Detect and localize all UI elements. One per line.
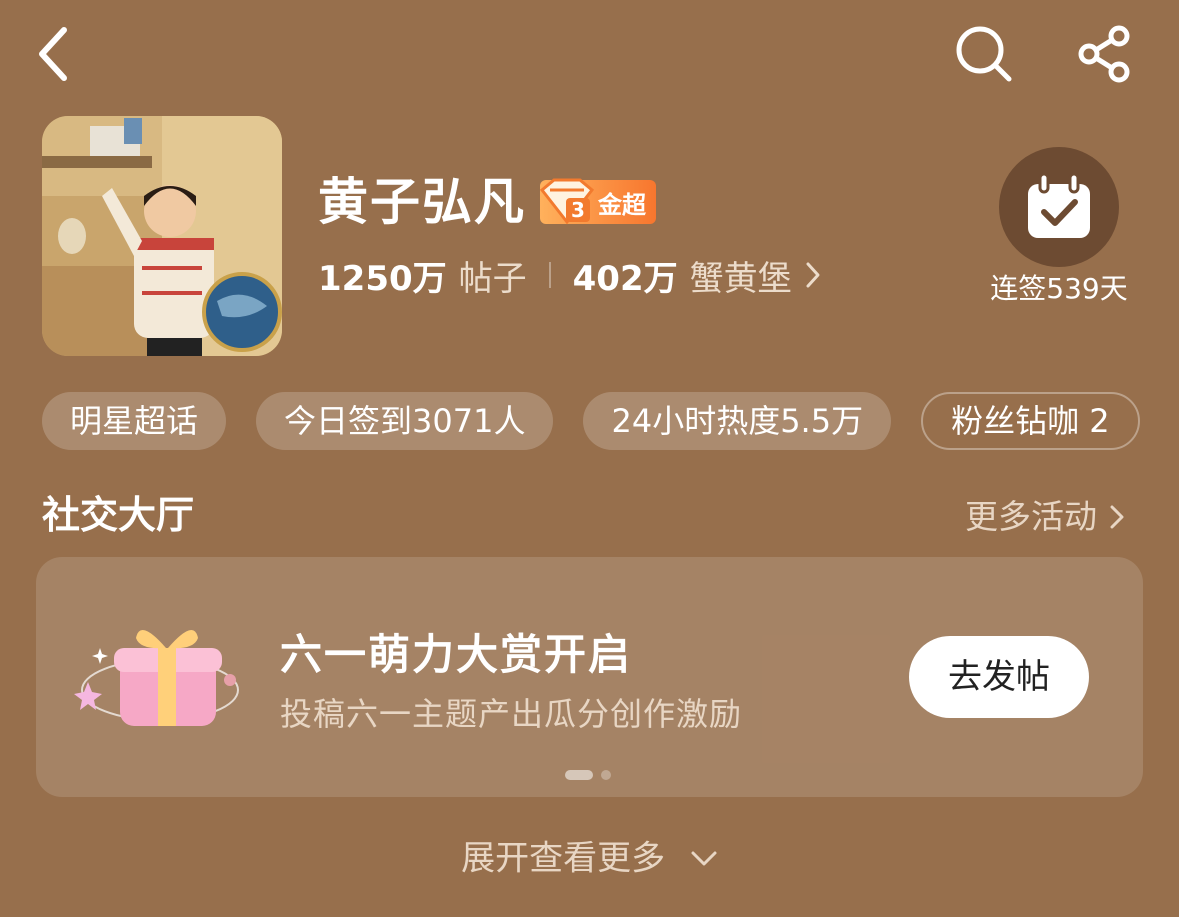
tag-chips: 明星超话 今日签到3071人 24小时热度5.5万 粉丝钻咖 2 bbox=[42, 392, 1170, 452]
carousel-dot[interactable] bbox=[601, 770, 611, 780]
more-activity-link[interactable]: 更多活动 bbox=[965, 492, 1125, 542]
profile-stats[interactable]: 1250万 帖子 402万 蟹黄堡 bbox=[318, 250, 822, 300]
posts-label: 帖子 bbox=[458, 258, 527, 299]
profile-title-row: 黄子弘凡 3 金超 bbox=[318, 166, 656, 238]
chevron-right-icon bbox=[1110, 505, 1124, 529]
chevron-down-icon bbox=[691, 851, 717, 865]
avatar[interactable] bbox=[42, 116, 282, 356]
badge-level-text: 3 bbox=[571, 198, 585, 222]
badge-label: 金超 bbox=[598, 190, 646, 219]
search-icon bbox=[956, 26, 1012, 82]
chip-fans-rank[interactable]: 粉丝钻咖 2 bbox=[921, 392, 1140, 450]
chip-heat[interactable]: 24小时热度5.5万 bbox=[583, 392, 892, 450]
activity-subtitle: 投稿六一主题产出瓜分创作激励 bbox=[280, 695, 743, 733]
checkin-button[interactable] bbox=[999, 147, 1119, 267]
calendar-check-icon bbox=[1028, 172, 1090, 238]
chevron-right-icon bbox=[806, 262, 820, 288]
activity-title: 六一萌力大赏开启 bbox=[280, 630, 633, 679]
stats-divider bbox=[548, 262, 551, 288]
diamond-icon: 3 bbox=[539, 178, 595, 225]
checkin-label: 连签539天 bbox=[990, 272, 1128, 305]
level-badge[interactable]: 3 金超 bbox=[539, 178, 656, 225]
chip-checkin-today[interactable]: 今日签到3071人 bbox=[256, 392, 554, 450]
post-button[interactable]: 去发帖 bbox=[909, 636, 1089, 718]
section-title: 社交大厅 bbox=[42, 493, 195, 537]
chevron-left-icon bbox=[39, 27, 67, 81]
share-button[interactable] bbox=[1068, 18, 1140, 90]
expand-more-button[interactable]: 展开查看更多 bbox=[0, 832, 1179, 884]
posts-count: 1250万 bbox=[318, 258, 447, 299]
expand-label: 展开查看更多 bbox=[461, 838, 666, 879]
more-activity-label: 更多活动 bbox=[965, 497, 1097, 536]
search-button[interactable] bbox=[948, 18, 1020, 90]
carousel-dots bbox=[565, 770, 611, 780]
gift-icon bbox=[70, 618, 250, 742]
fans-count: 402万 bbox=[572, 258, 678, 299]
carousel-dot-active[interactable] bbox=[565, 770, 593, 780]
profile-name: 黄子弘凡 bbox=[318, 173, 526, 231]
back-button[interactable] bbox=[18, 18, 90, 90]
share-icon bbox=[1078, 25, 1130, 83]
chip-category[interactable]: 明星超话 bbox=[42, 392, 227, 450]
fans-label: 蟹黄堡 bbox=[689, 258, 792, 299]
